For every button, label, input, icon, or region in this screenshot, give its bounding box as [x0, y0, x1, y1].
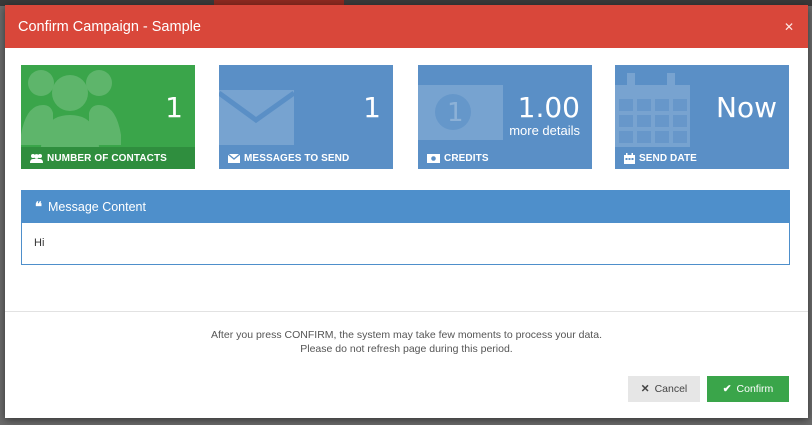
notice-line-2: Please do not refresh page during this p… [300, 343, 513, 355]
processing-notice: After you press CONFIRM, the system may … [5, 328, 808, 356]
panel-title: Message Content [48, 200, 146, 214]
svg-text:1: 1 [447, 98, 464, 128]
messages-count: 1 [363, 91, 381, 124]
message-content-panel: ❝ Message Content Hi [21, 190, 790, 265]
credits-value: 1.00 [517, 91, 580, 124]
notice-line-1: After you press CONFIRM, the system may … [211, 329, 602, 341]
confirm-button[interactable]: ✔ Confirm [707, 376, 789, 402]
quote-icon: ❝ [35, 199, 42, 214]
tile-footer: NUMBER OF CONTACTS [21, 147, 195, 169]
cancel-button[interactable]: ✕ Cancel [628, 376, 700, 402]
footer-divider [5, 311, 808, 312]
tile-send-date: Now SEND DATE [615, 65, 789, 169]
message-content: Hi [34, 237, 45, 249]
tile-footer: MESSAGES TO SEND [219, 147, 393, 169]
tile-footer: SEND DATE [615, 147, 789, 169]
tile-footer: CREDITS [418, 147, 592, 169]
users-bg-icon [21, 70, 121, 147]
close-icon: ✕ [640, 383, 650, 395]
contacts-count: 1 [165, 91, 183, 124]
more-details-link[interactable]: more details [509, 123, 580, 138]
tile-label: SEND DATE [639, 152, 697, 164]
modal-title: Confirm Campaign - Sample [18, 18, 201, 35]
cancel-label: Cancel [654, 383, 688, 395]
tile-label: NUMBER OF CONTACTS [47, 152, 167, 164]
close-icon[interactable]: ✕ [784, 20, 794, 34]
panel-header: ❝ Message Content [22, 191, 789, 223]
envelope-icon [228, 153, 240, 163]
money-icon [427, 153, 440, 163]
confirm-campaign-modal: Confirm Campaign - Sample ✕ 1 NUMBER OF … [5, 5, 808, 418]
modal-header: Confirm Campaign - Sample ✕ [5, 5, 808, 48]
send-date-value: Now [716, 91, 777, 124]
confirm-label: Confirm [736, 383, 774, 395]
tile-messages-to-send: 1 MESSAGES TO SEND [219, 65, 393, 169]
envelope-bg-icon [219, 90, 296, 145]
tile-number-of-contacts: 1 NUMBER OF CONTACTS [21, 65, 195, 169]
stats-tiles: 1 NUMBER OF CONTACTS 1 MESSAGES TO SEND [21, 65, 789, 169]
tile-label: MESSAGES TO SEND [244, 152, 350, 164]
users-icon [30, 154, 43, 163]
money-bg-icon: 1 [418, 85, 503, 140]
tile-label: CREDITS [444, 152, 489, 164]
check-icon: ✔ [722, 383, 732, 395]
tile-credits: 1 1.00 more details CREDITS [418, 65, 592, 169]
calendar-icon [624, 152, 635, 164]
calendar-bg-icon [615, 73, 690, 147]
